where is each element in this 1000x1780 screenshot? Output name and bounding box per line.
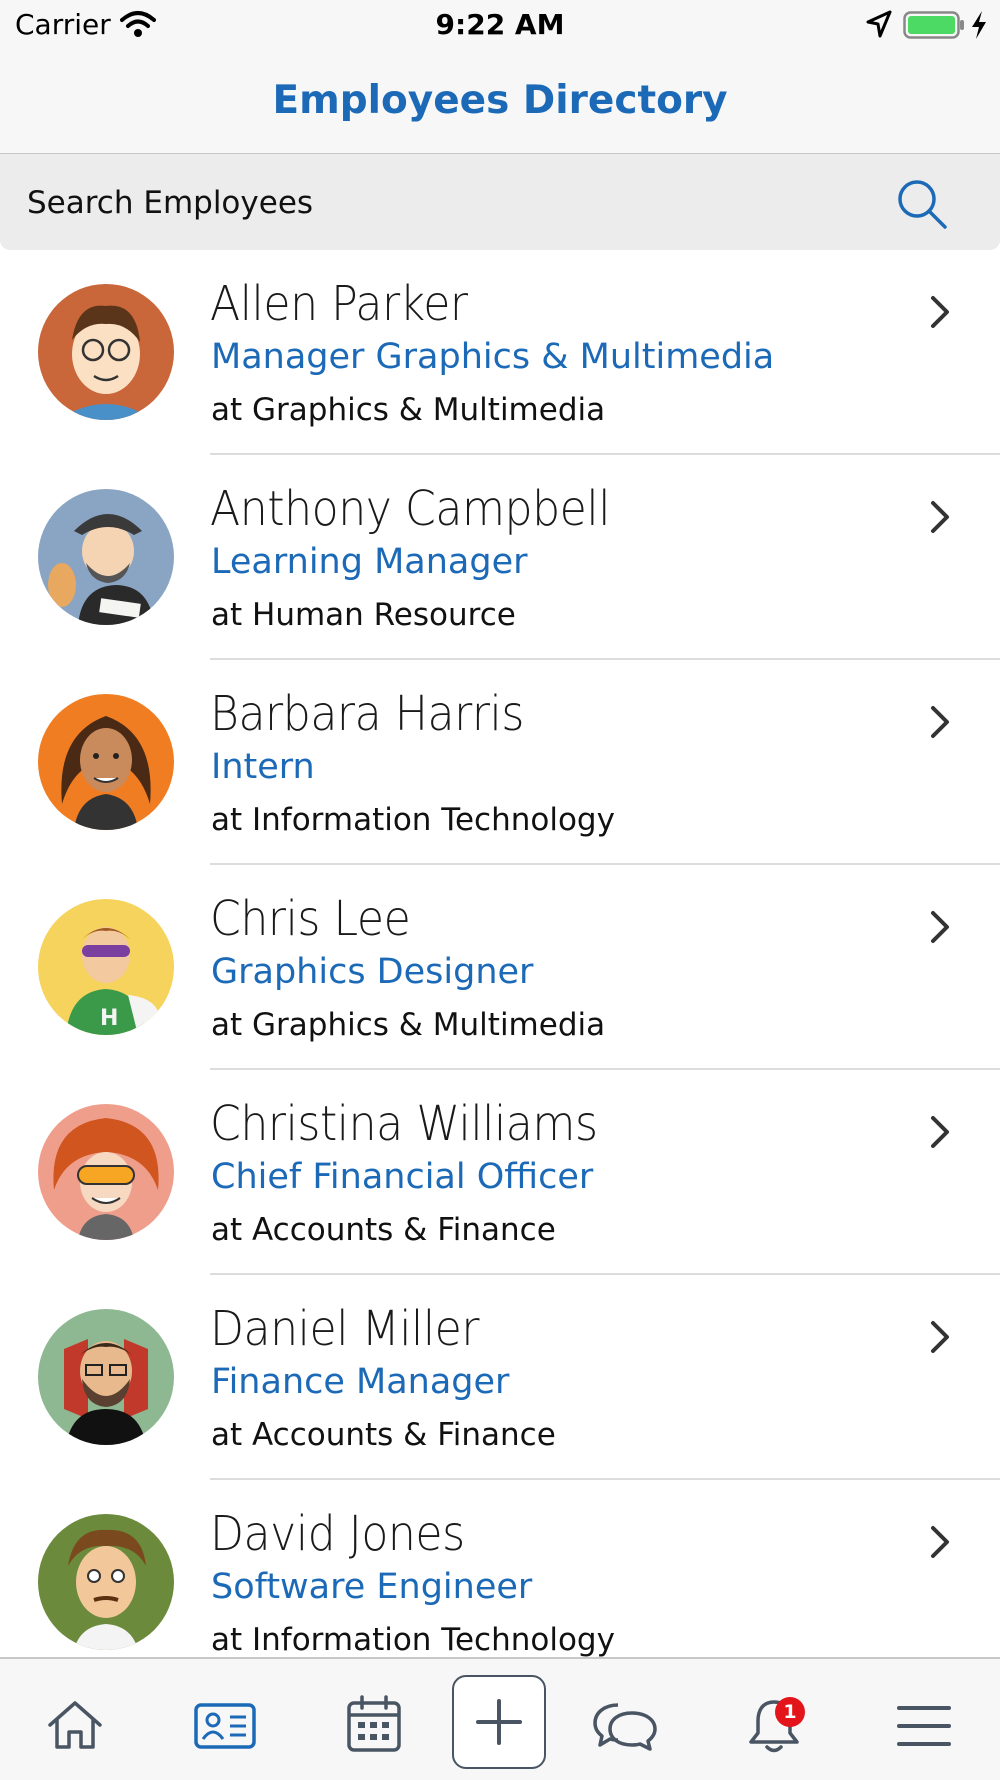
employee-role: Software Engineer <box>211 1567 533 1607</box>
tab-bar: 1 <box>0 1657 1000 1780</box>
chevron-right-icon <box>931 501 949 533</box>
tab-home[interactable] <box>30 1659 120 1780</box>
employee-name: Barbara Harris <box>210 686 524 742</box>
add-button[interactable] <box>452 1675 546 1769</box>
chevron-right-icon <box>931 1321 949 1353</box>
avatar <box>38 1514 174 1650</box>
tab-calendar[interactable] <box>330 1659 420 1780</box>
menu-icon <box>897 1706 951 1746</box>
list-item[interactable]: H Chris Lee Graphics Designer at Graphic… <box>0 865 1000 1070</box>
employee-department: at Accounts & Finance <box>211 1212 556 1248</box>
calendar-icon <box>347 1695 401 1752</box>
list-item[interactable]: Christina Williams Chief Financial Offic… <box>0 1070 1000 1275</box>
avatar <box>38 694 174 830</box>
employee-name: Christina Williams <box>210 1096 598 1152</box>
employee-list: Allen Parker Manager Graphics & Multimed… <box>0 250 1000 1657</box>
list-item[interactable]: Allen Parker Manager Graphics & Multimed… <box>0 250 1000 455</box>
employee-role: Chief Financial Officer <box>211 1157 594 1197</box>
employee-department: at Human Resource <box>211 597 516 633</box>
employee-name: Anthony Campbell <box>210 481 610 537</box>
avatar <box>38 489 174 625</box>
avatar <box>38 284 174 420</box>
navigation-bar: Employees Directory <box>0 50 1000 154</box>
chevron-right-icon <box>931 1116 949 1148</box>
search-icon[interactable] <box>896 178 948 230</box>
chat-icon <box>593 1703 657 1751</box>
page-title: Employees Directory <box>272 78 728 123</box>
search-bar <box>0 154 1000 250</box>
tab-directory[interactable] <box>180 1659 270 1780</box>
location-arrow-icon <box>866 10 892 38</box>
tab-menu[interactable] <box>880 1659 970 1780</box>
list-item[interactable]: David Jones Software Engineer at Informa… <box>0 1480 1000 1657</box>
employee-role: Finance Manager <box>211 1362 510 1402</box>
employee-department: at Graphics & Multimedia <box>211 1007 606 1043</box>
employee-role: Learning Manager <box>211 542 528 582</box>
employee-name: Daniel Miller <box>210 1301 480 1357</box>
tab-add[interactable] <box>452 1659 546 1780</box>
chevron-right-icon <box>931 1526 949 1558</box>
employee-name: Chris Lee <box>210 891 411 947</box>
employee-department: at Information Technology <box>211 802 615 838</box>
tab-chat[interactable] <box>580 1659 670 1780</box>
chevron-right-icon <box>931 706 949 738</box>
list-item[interactable]: Barbara Harris Intern at Information Tec… <box>0 660 1000 865</box>
search-input[interactable] <box>25 180 849 226</box>
charging-bolt-icon <box>972 11 986 39</box>
home-icon <box>48 1701 102 1749</box>
status-bar: Carrier 9:22 AM <box>0 0 1000 50</box>
chevron-right-icon <box>931 911 949 943</box>
avatar <box>38 1309 174 1445</box>
employee-name: Allen Parker <box>210 276 468 332</box>
avatar <box>38 1104 174 1240</box>
employee-role: Intern <box>211 747 315 787</box>
add-icon <box>476 1699 522 1745</box>
tab-notifications[interactable] <box>730 1659 820 1780</box>
status-time: 9:22 AM <box>435 8 565 41</box>
employee-department: at Accounts & Finance <box>211 1417 556 1453</box>
chevron-right-icon <box>931 296 949 328</box>
list-item[interactable]: Daniel Miller Finance Manager at Account… <box>0 1275 1000 1480</box>
list-item[interactable]: Anthony Campbell Learning Manager at Hum… <box>0 455 1000 660</box>
employee-name: David Jones <box>210 1506 465 1562</box>
notification-badge: 1 <box>775 1697 805 1727</box>
battery-icon <box>903 11 964 39</box>
employee-role: Graphics Designer <box>211 952 534 992</box>
employee-role: Manager Graphics & Multimedia <box>211 337 775 377</box>
svg-text:H: H <box>100 1006 118 1031</box>
contact-card-icon <box>194 1703 256 1749</box>
employee-department: at Graphics & Multimedia <box>211 392 606 428</box>
avatar: H <box>38 899 174 1035</box>
employee-department: at Information Technology <box>211 1622 615 1657</box>
